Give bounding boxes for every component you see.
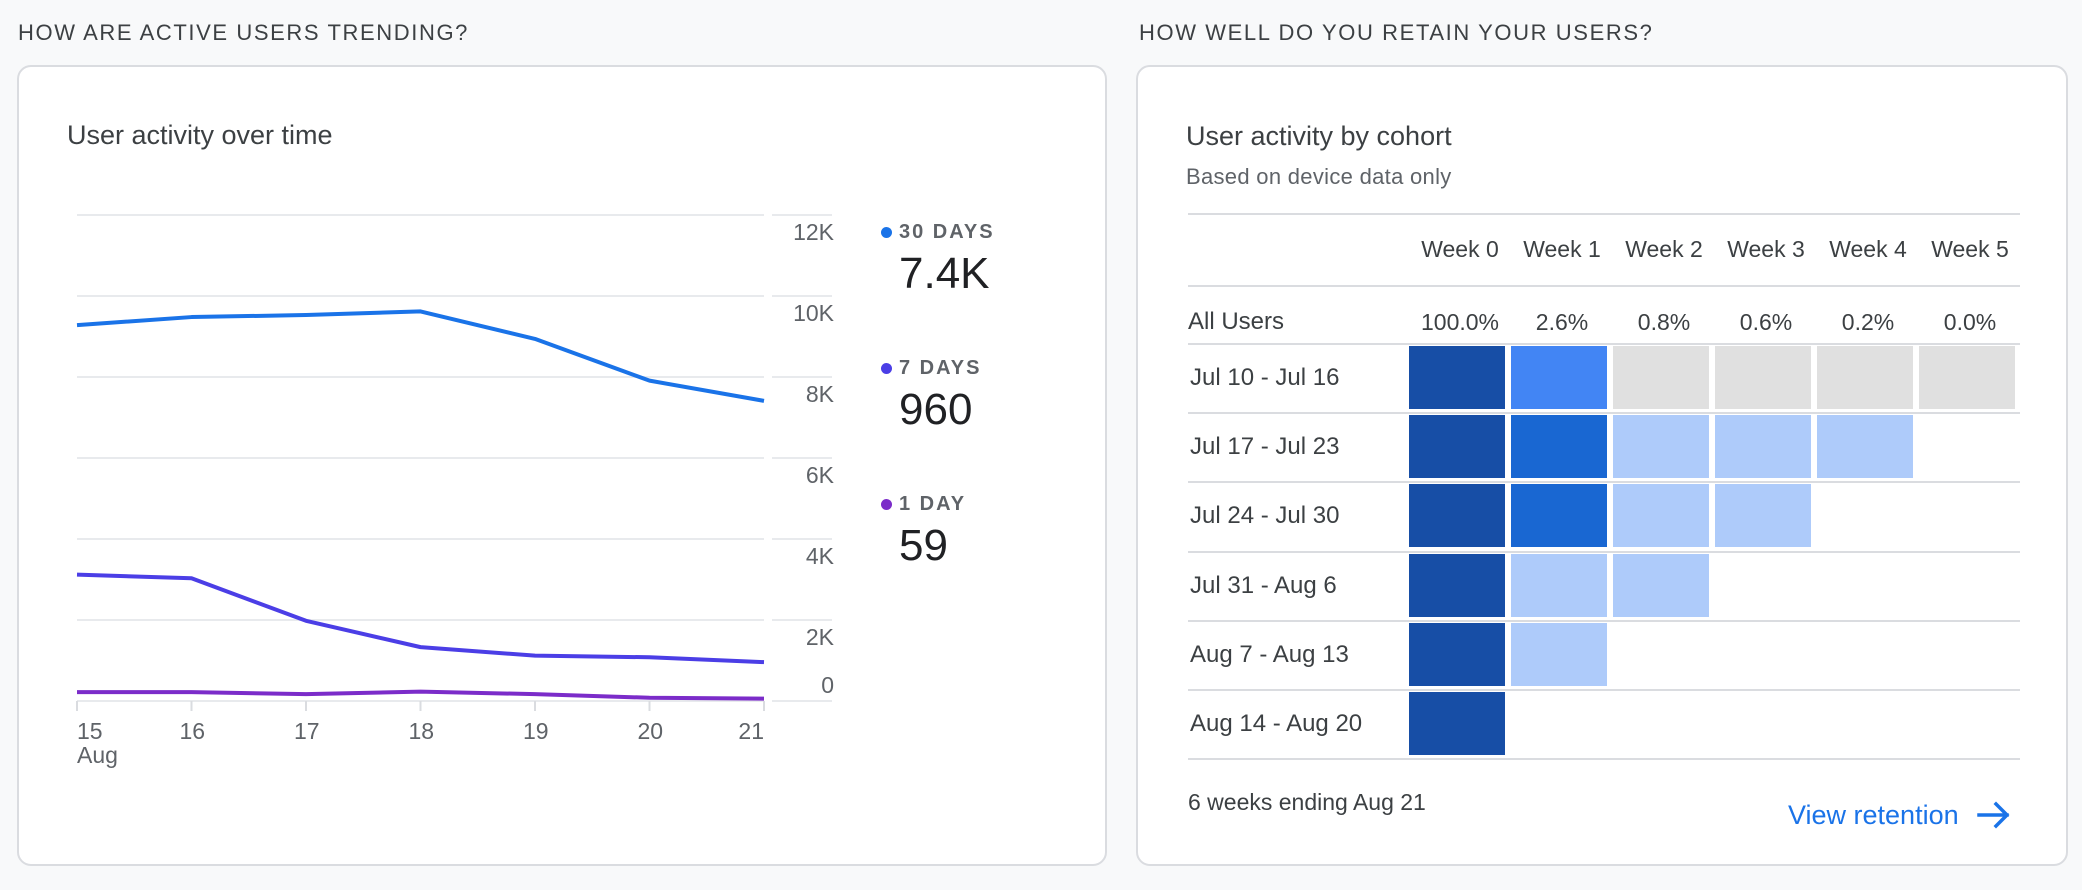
y-tick-label: 2K	[806, 624, 835, 650]
legend-label: 1 DAY	[899, 493, 967, 515]
card-subtitle: Based on device data only	[1186, 164, 1452, 189]
x-tick-label: 18	[409, 718, 435, 744]
cohort-cell-week-0[interactable]	[1409, 484, 1505, 548]
legend-dot-icon	[881, 499, 892, 510]
x-tick-label: 19	[523, 718, 549, 744]
cohort-row-label: Jul 17 - Jul 23	[1190, 433, 1340, 461]
x-tick-label: 21	[738, 718, 764, 744]
cohort-cell-week-3[interactable]	[1715, 484, 1811, 548]
table-divider	[1188, 758, 2020, 761]
column-header-week-1: Week 1	[1523, 236, 1601, 262]
legend-dot-icon	[881, 227, 892, 238]
table-divider	[1188, 550, 2020, 553]
series-line-30-days	[76, 309, 765, 403]
all-users-value: 0.0%	[1943, 309, 1997, 335]
cohort-cell-week-2[interactable]	[1613, 484, 1709, 548]
legend-value: 960	[899, 385, 973, 434]
x-tick-label: 16	[180, 718, 206, 744]
cohort-cell-week-3[interactable]	[1715, 415, 1811, 479]
column-header-week-4: Week 4	[1829, 236, 1907, 262]
view-retention-link[interactable]: View retention	[1788, 799, 2011, 831]
column-header-week-3: Week 3	[1727, 236, 1805, 262]
all-users-value: 0.8%	[1637, 309, 1691, 335]
column-header-week-0: Week 0	[1421, 236, 1499, 262]
all-users-value: 2.6%	[1535, 309, 1589, 335]
table-divider	[1188, 689, 2020, 691]
cohort-cell-week-4[interactable]	[1817, 415, 1913, 479]
cohort-cell-week-1[interactable]	[1511, 622, 1607, 686]
line-chart: 0 2K 4K 6K 8K 10K 12K 15 16 17 18 19 20 21 Aug	[76, 214, 835, 768]
y-tick-label: 10K	[793, 300, 835, 326]
section-heading-active-users: HOW ARE ACTIVE USERS TRENDING?	[18, 20, 470, 45]
table-divider	[1188, 412, 2020, 415]
section-heading-retention: HOW WELL DO YOU RETAIN YOUR USERS?	[1139, 20, 1654, 45]
cohort-cell-week-2[interactable]	[1613, 553, 1709, 617]
arrow-right-icon	[1976, 801, 2010, 829]
legend-label: 30 DAYS	[899, 221, 995, 243]
cohort-cell-week-0[interactable]	[1409, 415, 1505, 479]
cohort-cell-week-5[interactable]	[1919, 346, 2015, 409]
cohort-card: User activity by cohort Based on device …	[1136, 65, 2068, 866]
cohort-cell-week-0[interactable]	[1409, 346, 1505, 409]
y-tick-label: 4K	[806, 543, 835, 569]
cohort-cell-week-0[interactable]	[1409, 692, 1505, 755]
cohort-row-label: Aug 14 - Aug 20	[1190, 710, 1363, 737]
cohort-row-label: Jul 10 - Jul 16	[1190, 364, 1340, 391]
all-users-value: 0.6%	[1739, 309, 1793, 335]
y-tick-label: 6K	[806, 462, 835, 488]
cohort-cell-week-1[interactable]	[1511, 484, 1607, 548]
x-tick-label: 20	[638, 718, 664, 744]
column-header-week-5: Week 5	[1931, 236, 2009, 262]
cohort-row-label: Aug 7 - Aug 13	[1190, 640, 1349, 668]
date-range-footer: 6 weeks ending Aug 21	[1188, 789, 1426, 815]
series-line-7-days	[76, 572, 765, 665]
x-tick-label: 17	[294, 718, 320, 744]
cohort-cell-week-0[interactable]	[1409, 622, 1505, 686]
card-title: User activity by cohort	[1186, 121, 1452, 151]
x-sublabel-month: Aug	[77, 742, 118, 768]
cohort-cell-week-1[interactable]	[1511, 346, 1607, 409]
cohort-cell-week-1[interactable]	[1511, 415, 1607, 479]
x-tick-label: 15	[77, 718, 103, 744]
y-tick-label: 12K	[793, 219, 835, 245]
cohort-cell-week-2[interactable]	[1613, 346, 1709, 409]
cohort-cell-week-0[interactable]	[1409, 553, 1505, 617]
series-line-1-day	[77, 689, 765, 701]
cohort-row-label: Jul 31 - Aug 6	[1190, 571, 1337, 599]
table-divider	[1188, 481, 2020, 484]
table-divider	[1188, 343, 2020, 345]
table-divider	[1188, 213, 2020, 215]
legend-value: 7.4K	[899, 249, 990, 298]
legend-label: 7 DAYS	[899, 357, 982, 379]
all-users-value: 0.2%	[1841, 309, 1895, 335]
column-header-week-2: Week 2	[1625, 236, 1703, 262]
y-tick-label: 8K	[806, 381, 835, 407]
cohort-cell-week-2[interactable]	[1613, 415, 1709, 479]
y-tick-label: 0	[821, 672, 834, 698]
cohort-row-label: Jul 24 - Jul 30	[1190, 502, 1340, 530]
cohort-cell-week-4[interactable]	[1817, 346, 1913, 409]
legend-value: 59	[899, 521, 948, 570]
view-retention-label: View retention	[1788, 800, 1959, 830]
cohort-cell-week-1[interactable]	[1511, 553, 1607, 617]
table-divider	[1188, 619, 2020, 622]
cohort-cell-week-3[interactable]	[1715, 346, 1811, 409]
user-activity-card: User activity over time 0 2K 4K 6K 8K 10K 12K 1…	[17, 65, 1107, 866]
legend-dot-icon	[881, 363, 892, 374]
table-divider	[1188, 285, 2020, 287]
all-users-value: 100.0%	[1420, 309, 1499, 335]
